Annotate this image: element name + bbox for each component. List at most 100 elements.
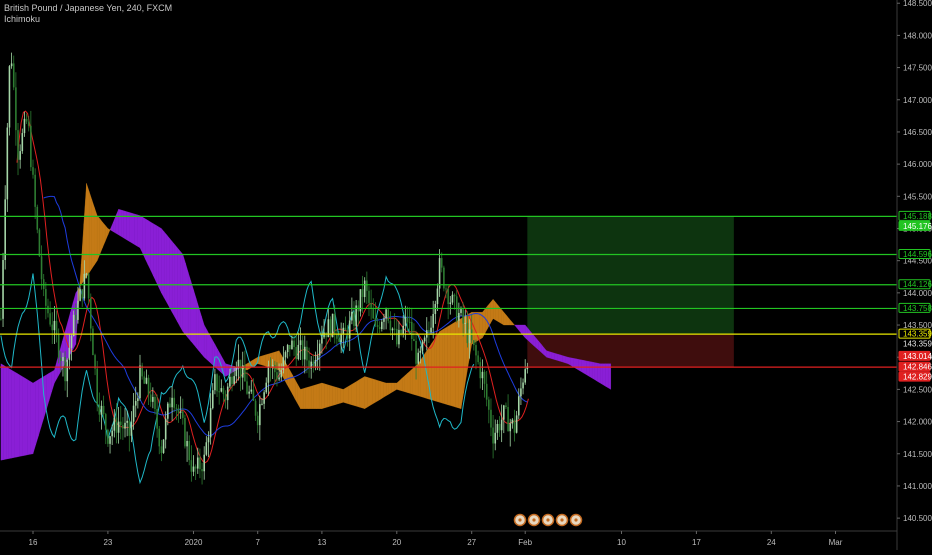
price-level-label-text: 142.846 [903,363,932,372]
cloud-bearish-segment [46,373,50,410]
candle-body [387,309,390,321]
candle-body [145,377,148,384]
candle-body [128,420,131,436]
candle-body [462,309,464,324]
cloud-bullish-segment [420,355,424,398]
cloud-bullish-segment [337,387,341,405]
candle-body [252,389,255,401]
candle-body [175,407,178,409]
candle-body [25,118,28,122]
candle-body [500,419,503,431]
time-tick-label: 16 [29,538,38,547]
candle-body [117,421,120,433]
candle-body [34,174,36,207]
symbol-title: British Pound / Japanese Yen, 240, FXCM [4,3,173,13]
cloud-bearish-segment [169,237,173,313]
cloud-bullish-segment [369,377,373,406]
candle-body [156,408,158,429]
price-tick-label: 146.500 [903,128,932,137]
candle-body [432,313,434,328]
event-marker-dot [560,518,564,522]
candle-body [366,280,368,291]
cloud-bullish-segment [319,382,323,409]
cloud-bearish-segment [161,228,165,299]
cloud-bearish-segment [137,214,141,249]
cloud-bullish-segment [511,321,515,326]
cloud-bullish-segment [503,311,507,326]
candle-body [246,381,248,394]
cloud-bearish-segment [565,356,569,364]
candle-body [23,118,26,134]
candle-body [415,340,417,364]
candle-body [295,346,298,360]
cloud-bearish-segment [578,359,582,372]
cloud-bullish-segment [260,355,264,366]
cloud-bullish-segment [367,377,371,408]
candle-body [306,346,308,361]
candle-body [96,368,98,405]
candle-body [83,273,86,299]
price-tick-label: 147.500 [903,64,932,73]
candle-body [226,386,229,401]
candle-body [520,388,522,397]
cloud-bullish-segment [439,329,443,404]
cloud-bullish-segment [313,384,317,409]
candle-body [254,400,257,416]
candle-body [505,405,507,408]
cloud-bullish-segment [99,218,103,255]
candle-body [280,370,283,378]
cloud-bearish-segment [519,324,523,336]
candle-body [107,429,109,444]
candle-body [492,427,494,444]
candle-body [449,302,452,305]
candle-body [70,336,73,348]
cloud-bearish-segment [0,363,4,461]
price-level-label-text: 143.359 [903,330,932,339]
cloud-bullish-segment [359,377,363,409]
cloud-bearish-segment [14,371,18,458]
candle-body [104,414,107,430]
candle-body [498,423,501,431]
price-level-label: 143.014 [898,350,932,361]
candle-body [490,409,492,428]
time-axis: 16 23 2020 7 13 20 27 Feb 10 17 24 Mar [0,530,897,547]
cloud-bearish-segment [225,363,229,377]
position-loss-zone [527,334,734,368]
price-tick-label: 141.000 [903,482,932,491]
candle-body [8,66,11,128]
cloud-bearish-segment [121,209,125,239]
price-axis: 140.500 141.000 141.500 142.000 142.500 143.0… [896,0,932,550]
candle-body [430,327,432,333]
cloud-bearish-segment [32,381,36,454]
cloud-bearish-segment [158,226,162,293]
candle-body [436,288,439,305]
candle-body [75,314,77,320]
cloud-bullish-segment [308,385,312,409]
candle-body [363,280,366,298]
cloud-bearish-segment [546,350,550,359]
cloud-bearish-segment [182,254,186,336]
cloud-bearish-segment [209,334,213,365]
cloud-bullish-segment [246,361,250,371]
price-tick-label: 147.000 [903,96,932,105]
candle-body [64,357,66,382]
cloud-bearish-segment [123,210,127,241]
event-marker-dot [518,518,522,522]
candle-body [218,391,220,393]
event-marker-icon [569,513,583,527]
candle-body [368,290,370,304]
cloud-bullish-segment [105,224,109,242]
candle-body [374,318,377,325]
cloud-bullish-segment [343,387,347,404]
candle-body [194,466,197,469]
candle-body [338,338,340,342]
chart[interactable]: 140.500 141.000 141.500 142.000 142.500 143.0… [0,0,932,550]
candle-body [278,377,280,380]
candle-body [378,327,381,330]
candle-body [410,321,413,339]
candle-body [149,394,152,402]
chart-svg[interactable]: 140.500 141.000 141.500 142.000 142.500 143.0… [0,0,932,550]
cloud-bearish-segment [11,369,15,459]
cloud-bullish-segment [353,381,357,407]
cloud-bearish-segment [113,215,117,234]
